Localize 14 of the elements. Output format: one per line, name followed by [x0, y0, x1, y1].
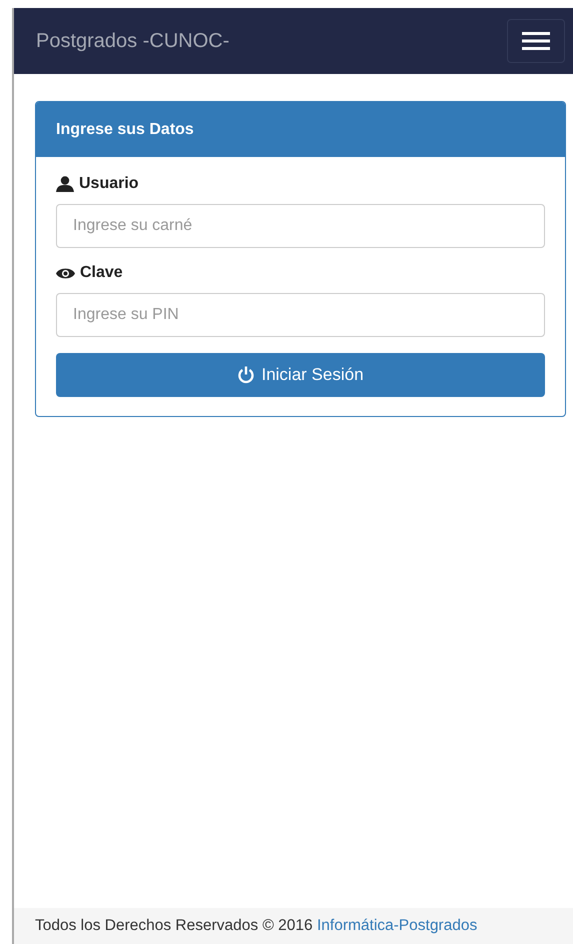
menu-icon: [521, 31, 551, 51]
menu-button[interactable]: [507, 19, 565, 63]
brand-title[interactable]: Postgrados -CUNOC-: [36, 30, 230, 52]
input-field[interactable]: Ingrese su PIN: [56, 293, 545, 337]
footer-link[interactable]: Informática-Postgrados: [316, 917, 478, 934]
user-icon: [56, 176, 74, 192]
input-field[interactable]: Ingrese su carné: [56, 204, 545, 248]
eye-icon: [56, 266, 75, 280]
power-icon: [237, 366, 256, 384]
login-button[interactable]: Iniciar Sesión: [56, 353, 545, 397]
panel-title: Ingrese sus Datos: [56, 120, 194, 138]
field-label: Usuario: [79, 175, 139, 193]
field-label: Clave: [80, 264, 123, 282]
footer-text: Todos los Derechos Reservados © 2016 Informática-Postgrados: [35, 917, 478, 935]
